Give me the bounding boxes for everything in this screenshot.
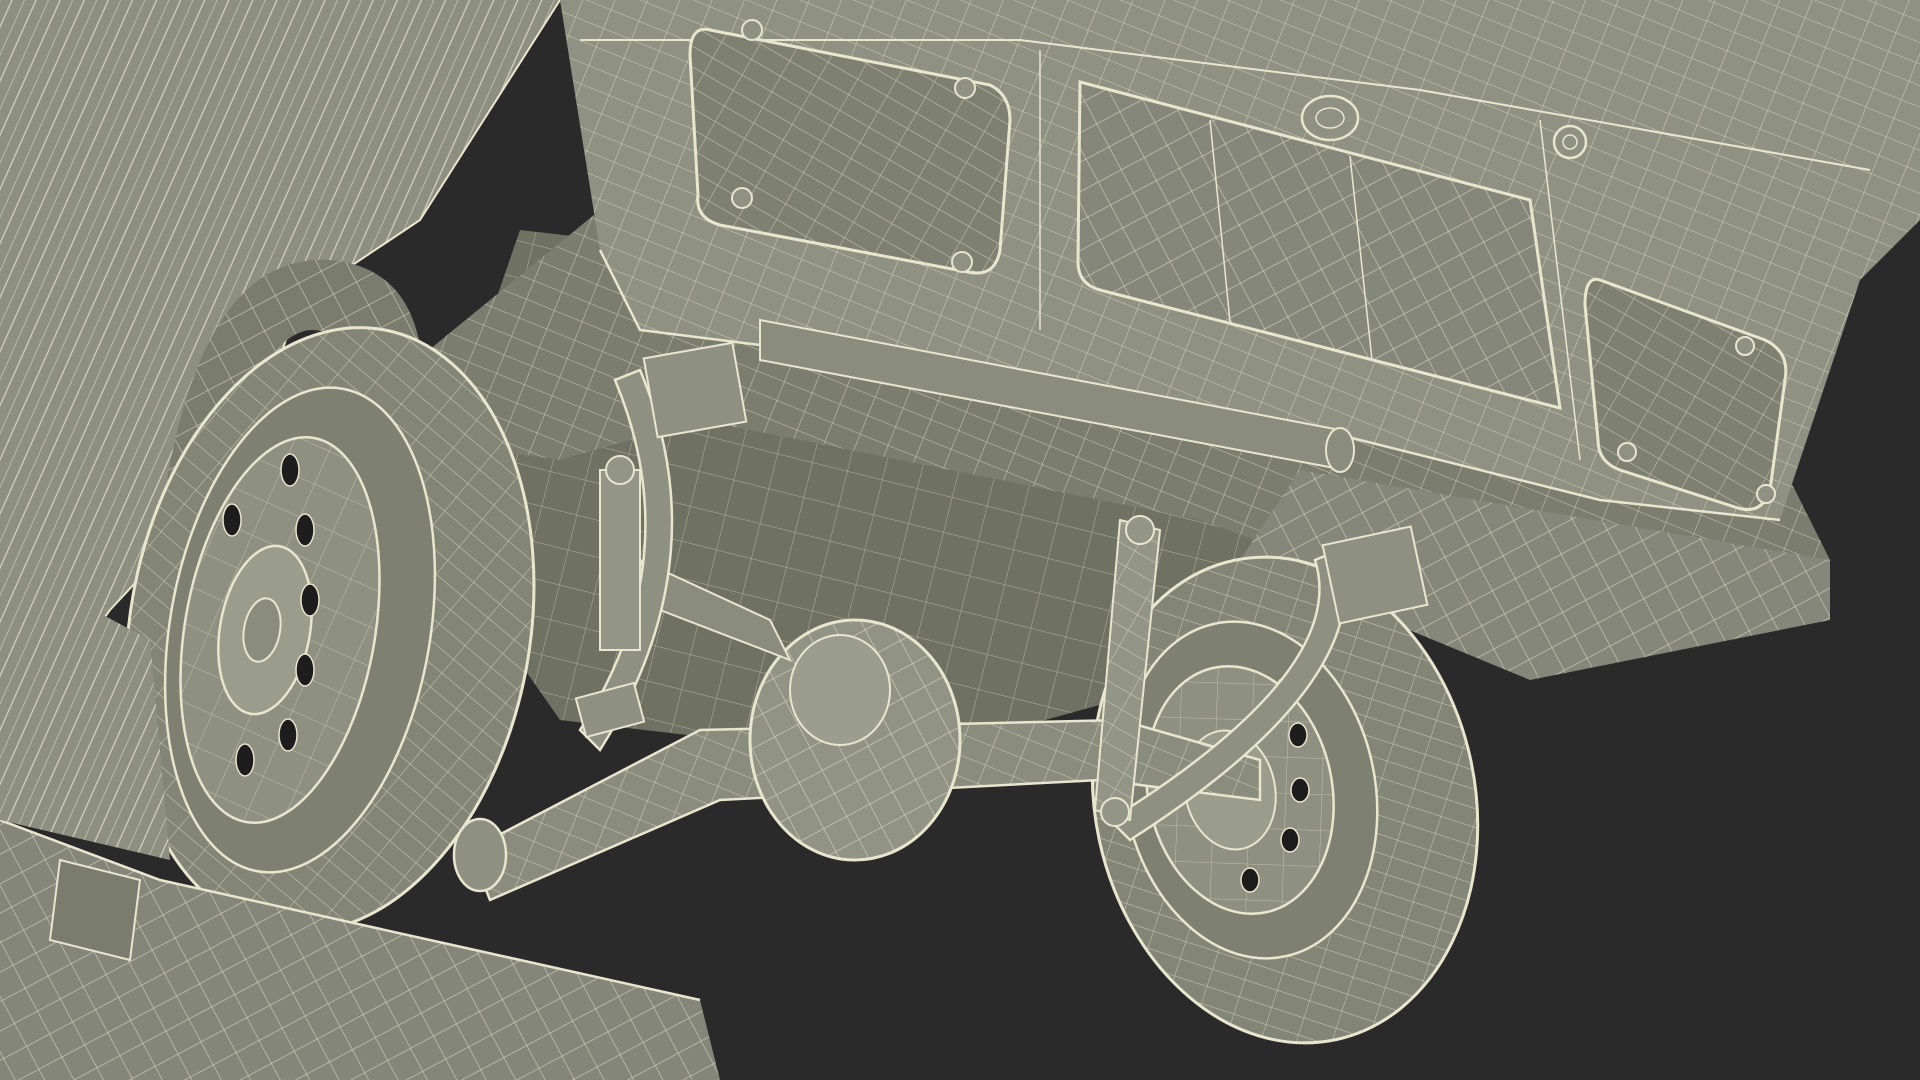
wireframe-render-viewport (0, 0, 1920, 1080)
vehicle-wireframe-render (0, 0, 1920, 1080)
rear-bolt (1552, 124, 1588, 160)
left-shock-absorber (599, 455, 641, 651)
left-axle-end (452, 817, 508, 893)
rear-reflector (1300, 94, 1360, 142)
